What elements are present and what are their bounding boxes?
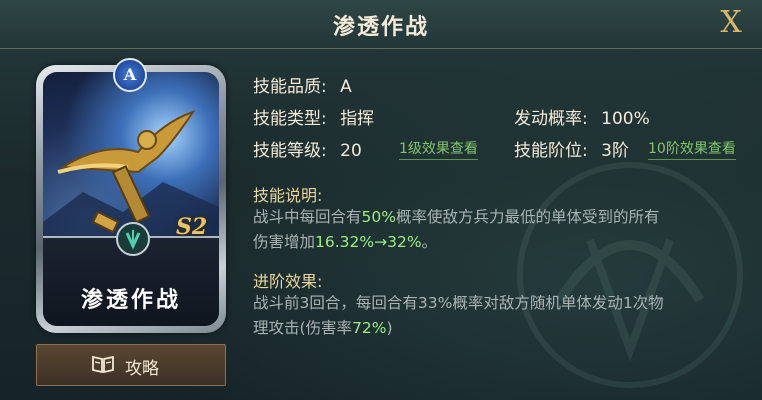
description-text: 战斗中每回合有 (253, 208, 362, 226)
highlight-value: 50% (361, 208, 396, 226)
level-row: 技能等级: 20 (253, 136, 362, 161)
trigger-key: 发动概率: (514, 109, 588, 129)
level-value: 20 (340, 141, 362, 161)
emblem-icon (116, 222, 150, 256)
close-icon: X (720, 5, 742, 40)
type-value: 指挥 (340, 109, 375, 129)
advanced-line-1: 战斗前3回合，每回合有33%概率对敌方随机单体发动1次物 (253, 294, 664, 312)
card-skill-name: 渗透作战 (80, 288, 181, 313)
advanced-heading: 进阶效果: (253, 272, 323, 291)
rank-key: 技能阶位: (514, 141, 588, 161)
level-key: 技能等级: (253, 141, 327, 161)
description-line-1: 战斗中每回合有50%概率使敌方兵力最低的单体受到的所有 (253, 205, 659, 229)
title-bar: 渗透作战 X (0, 0, 762, 49)
description-line-2: 伤害增加16.32%→32%。 (253, 230, 437, 254)
card-name-plate: 渗透作战 (43, 222, 219, 326)
type-row: 技能类型: 指挥 (253, 104, 374, 129)
description-text: 。 (421, 233, 438, 251)
highlight-value: 16.32%→32% (315, 233, 422, 251)
highlight-value: 72% (352, 319, 387, 337)
strategy-button[interactable]: 攻略 (36, 344, 226, 386)
quality-value: A (340, 77, 352, 97)
card-artwork: 渗透作战 (43, 72, 219, 326)
rank-row: 技能阶位: 3阶 (514, 136, 629, 161)
trigger-value: 100% (601, 109, 650, 129)
skill-detail-dialog: 渗透作战 X 渗透作战 A S2 攻略 技能品质: A 技能类型: 指挥 发动概… (0, 0, 762, 400)
season-tag: S2 (176, 214, 208, 240)
description-heading: 技能说明: (253, 186, 323, 205)
close-button[interactable]: X (714, 6, 748, 40)
dialog-title: 渗透作战 (332, 15, 429, 40)
trigger-row: 发动概率: 100% (514, 104, 650, 129)
description-text: 伤害增加 (253, 233, 316, 251)
watermark-emblem (517, 162, 743, 388)
rank-effect-link[interactable]: 10阶效果查看 (648, 138, 736, 160)
quality-a-badge: A (113, 58, 147, 92)
description-text: 概率使敌方兵力最低的单体受到的所有 (395, 208, 660, 226)
quality-row: 技能品质: A (253, 72, 352, 97)
strategy-button-label: 攻略 (125, 359, 159, 379)
book-icon (92, 355, 114, 374)
quality-key: 技能品质: (253, 77, 327, 97)
level-effect-link[interactable]: 1级效果查看 (399, 138, 478, 160)
advanced-line-2: 理攻击(伤害率72%) (253, 316, 393, 340)
advanced-text: 理攻击(伤害率 (253, 319, 353, 337)
rank-value: 3阶 (601, 141, 629, 161)
type-key: 技能类型: (253, 109, 327, 129)
skill-card: 渗透作战 (36, 65, 226, 333)
advanced-text: ) (386, 319, 393, 337)
